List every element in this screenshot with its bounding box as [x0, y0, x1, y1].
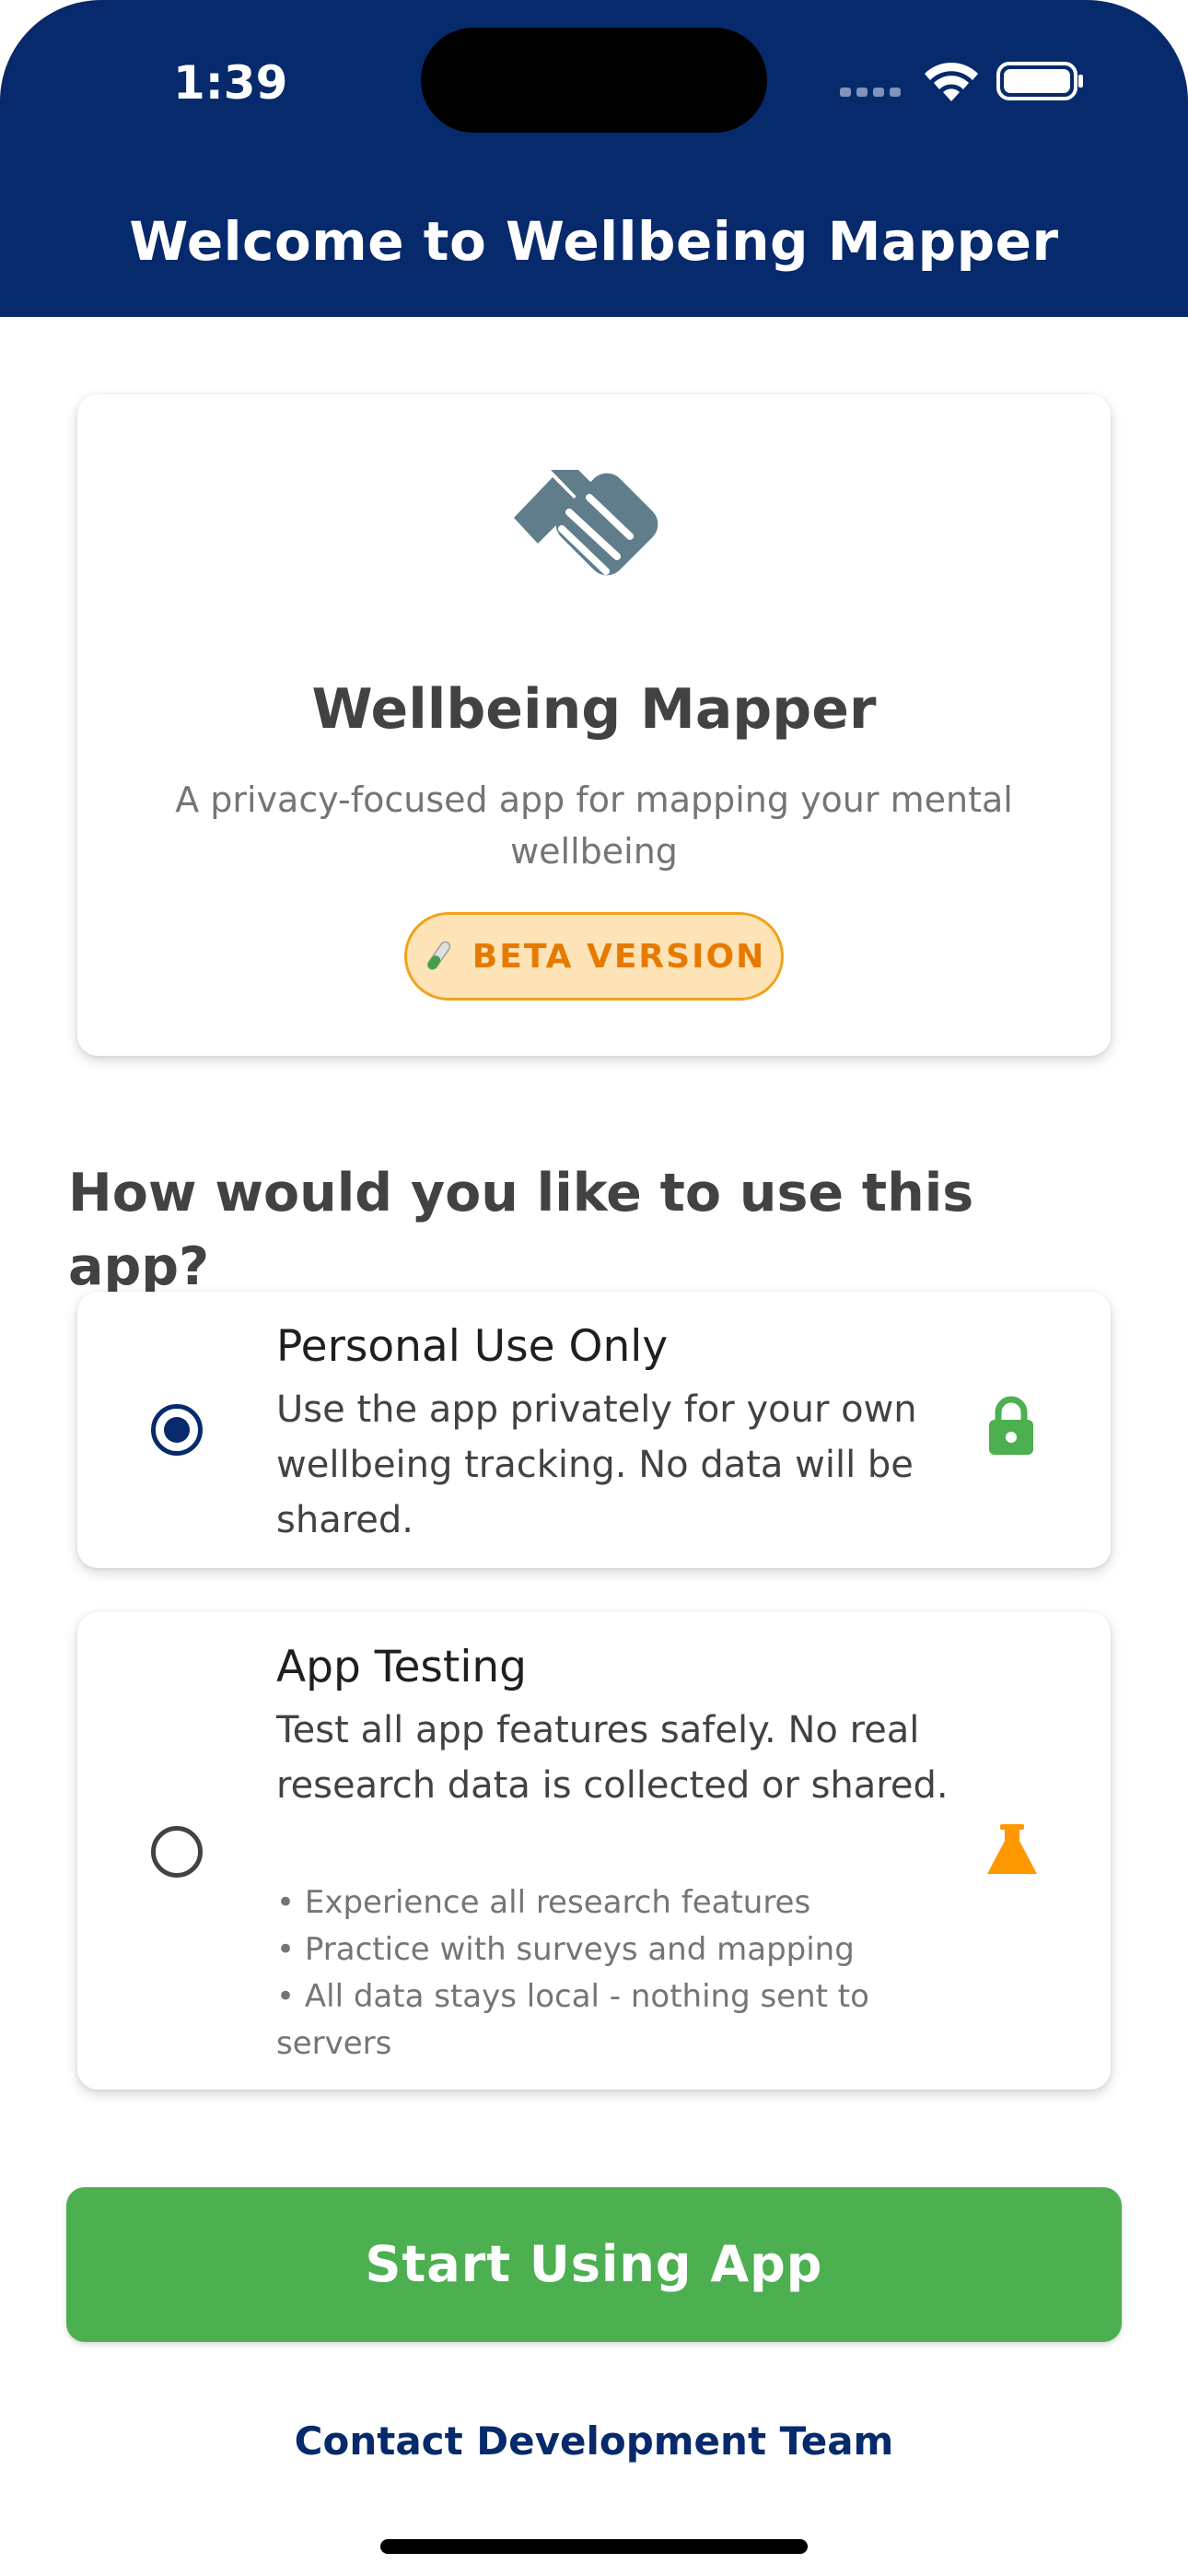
usage-question: How would you like to use this app?: [68, 1163, 974, 1297]
app-name: Wellbeing Mapper: [311, 677, 877, 742]
contact-development-team-link[interactable]: Contact Development Team: [0, 2414, 1188, 2469]
list-item: All data stays local - nothing sent to s…: [276, 1973, 939, 2067]
option-description: Use the app privately for your own wellb…: [276, 1388, 917, 1541]
feature-list: Experience all research features Practic…: [276, 1879, 939, 2067]
start-using-app-button[interactable]: Start Using App: [66, 2187, 1122, 2342]
app-bar: 1:39 Welcome to Wellbeing Mapper: [0, 0, 1188, 317]
list-item: Experience all research features: [276, 1879, 939, 1926]
flask-icon: [987, 1824, 1037, 1874]
signal-icon: [840, 85, 904, 98]
battery-icon: [996, 62, 1083, 100]
beta-badge: BETA VERSION: [404, 912, 784, 1001]
test-tube-icon: [426, 941, 450, 970]
app-description: A privacy-focused app for mapping your m…: [175, 779, 1013, 872]
page-title: Welcome to Wellbeing Mapper: [129, 210, 1059, 273]
option-title: Personal Use Only: [276, 1321, 669, 1372]
handshake-icon: [514, 470, 658, 588]
wifi-icon: [925, 62, 978, 101]
radio-personal-use[interactable]: [151, 1404, 203, 1456]
beta-label: BETA VERSION: [472, 937, 766, 976]
dynamic-island: [421, 28, 767, 133]
lock-icon: [989, 1396, 1033, 1455]
home-indicator: [380, 2539, 808, 2554]
option-description: Test all app features safely. No real re…: [276, 1709, 949, 1807]
app-screen: 1:39 Welcome to Wellbeing Mapper Wellbei…: [0, 0, 1188, 2576]
status-time: 1:39: [173, 56, 288, 110]
list-item: Practice with surveys and mapping: [276, 1926, 939, 1973]
radio-app-testing[interactable]: [151, 1826, 203, 1878]
option-title: App Testing: [276, 1642, 527, 1692]
